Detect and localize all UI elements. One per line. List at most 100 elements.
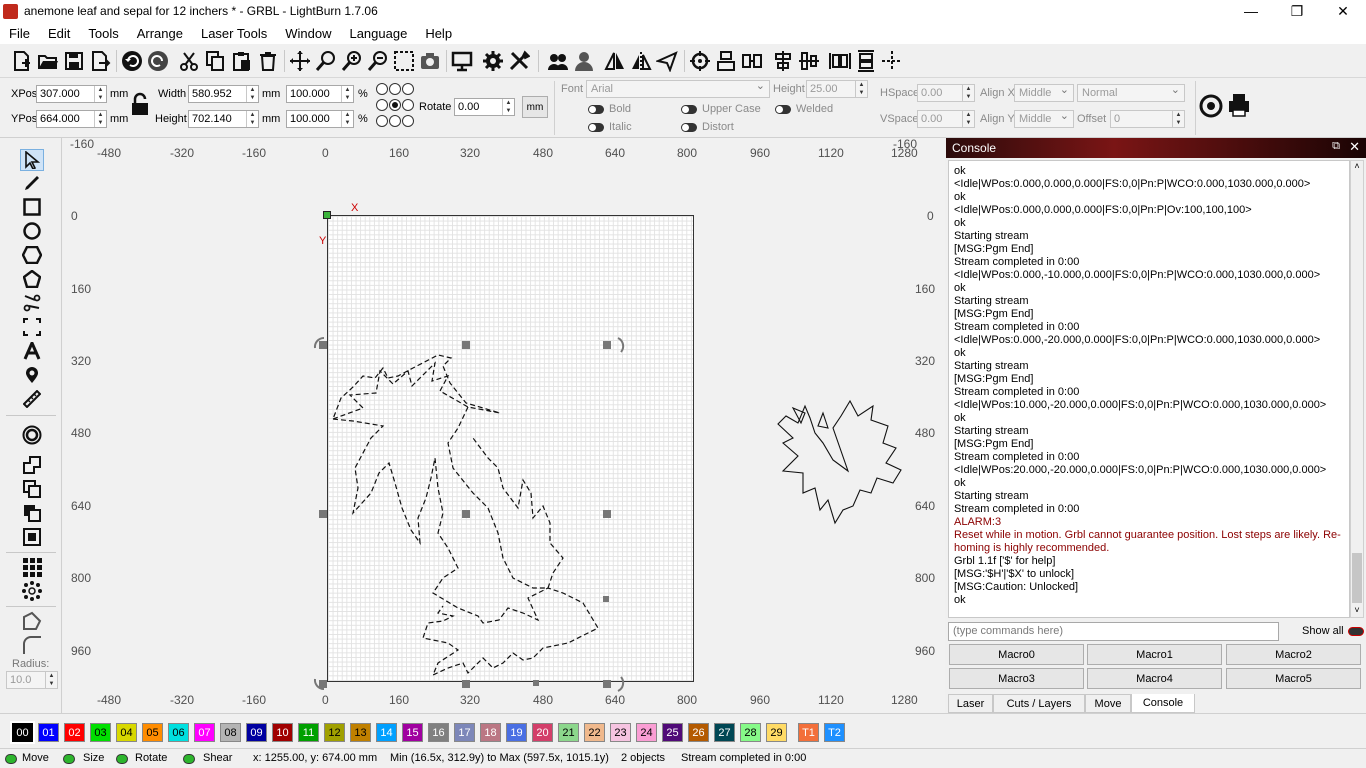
weld-shapes-icon[interactable] — [20, 454, 44, 476]
new-file-icon[interactable] — [9, 49, 33, 73]
font-height-input[interactable]: 25.00 ▲ ▼ — [806, 80, 868, 98]
tab-move[interactable]: Move — [1085, 694, 1131, 713]
draw-pen-icon[interactable] — [20, 172, 44, 194]
text-mode-select[interactable]: Normal — [1077, 83, 1185, 102]
tab-laser[interactable]: Laser — [948, 694, 993, 713]
color-swatch-02[interactable]: 02 — [64, 723, 85, 742]
grid-array-icon[interactable] — [20, 556, 44, 578]
menu-language[interactable]: Language — [340, 26, 416, 41]
italic-toggle[interactable] — [588, 123, 604, 132]
bold-toggle[interactable] — [588, 105, 604, 114]
color-swatch-10[interactable]: 10 — [272, 723, 293, 742]
align-center-horizontal-icon[interactable] — [771, 49, 795, 73]
select-arrow-icon[interactable] — [20, 149, 44, 171]
scale-width-input[interactable]: 100.000 ▲ ▼ — [286, 85, 354, 103]
color-swatch-14[interactable]: 14 — [376, 723, 397, 742]
vspace-input[interactable]: 0.00 ▲ ▼ — [917, 110, 975, 128]
color-swatch-22[interactable]: 22 — [584, 723, 605, 742]
width-input[interactable]: 580.952 ▲ ▼ — [188, 85, 259, 103]
monitor-icon[interactable] — [450, 49, 474, 73]
zoom-frame-icon[interactable] — [314, 49, 338, 73]
color-swatch-12[interactable]: 12 — [324, 723, 345, 742]
size-toggle[interactable] — [63, 754, 75, 764]
rectangle-tool-icon[interactable] — [20, 196, 44, 218]
offset-shapes-icon[interactable] — [20, 424, 44, 446]
ungroup-icon[interactable] — [572, 49, 596, 73]
tab-console[interactable]: Console — [1131, 694, 1195, 713]
color-swatch-00[interactable]: 00 — [10, 721, 35, 744]
units-toggle-button[interactable]: mm — [522, 96, 548, 118]
color-swatch-25[interactable]: 25 — [662, 723, 683, 742]
color-swatch-29[interactable]: 29 — [766, 723, 787, 742]
zoom-out-icon[interactable] — [366, 49, 390, 73]
scale-height-input[interactable]: 100.000 ▲ ▼ — [286, 110, 354, 128]
text-tool-icon[interactable] — [20, 340, 44, 362]
ellipse-tool-icon[interactable] — [20, 220, 44, 242]
flip-horizontal-icon[interactable] — [603, 49, 627, 73]
color-swatch-15[interactable]: 15 — [402, 723, 423, 742]
group-icon[interactable] — [546, 49, 570, 73]
align-x-select[interactable]: Middle — [1014, 83, 1074, 102]
distribute-vertical-icon[interactable] — [854, 49, 878, 73]
location-pin-icon[interactable] — [20, 364, 44, 386]
close-panel-icon[interactable]: ✕ — [1349, 139, 1360, 155]
zoom-in-icon[interactable] — [340, 49, 364, 73]
color-swatch-17[interactable]: 17 — [454, 723, 475, 742]
mirror-icon[interactable] — [629, 49, 653, 73]
crosshair-icon[interactable] — [688, 49, 712, 73]
color-swatch-13[interactable]: 13 — [350, 723, 371, 742]
float-panel-icon[interactable]: ⧉ — [1332, 140, 1340, 153]
macro5-button[interactable]: Macro5 — [1226, 668, 1361, 689]
hspace-input[interactable]: 0.00 ▲ ▼ — [917, 84, 975, 102]
frame-icon[interactable] — [740, 49, 764, 73]
color-swatch-18[interactable]: 18 — [480, 723, 501, 742]
radius-input[interactable]: 10.0 ▲ ▼ — [6, 671, 58, 689]
delete-icon[interactable] — [256, 49, 280, 73]
ypos-input[interactable]: 664.000 ▲ ▼ — [36, 110, 107, 128]
font-select[interactable]: Arial — [586, 79, 770, 98]
show-all-toggle[interactable] — [1348, 627, 1364, 636]
boolean-subtract-icon[interactable] — [20, 502, 44, 524]
export-icon[interactable] — [88, 49, 112, 73]
color-swatch-05[interactable]: 05 — [142, 723, 163, 742]
paste-icon[interactable] — [230, 49, 254, 73]
camera-icon[interactable] — [418, 49, 442, 73]
menu-laser-tools[interactable]: Laser Tools — [192, 26, 276, 41]
color-swatch-03[interactable]: 03 — [90, 723, 111, 742]
position-laser-icon[interactable] — [20, 316, 44, 338]
menu-help[interactable]: Help — [416, 26, 461, 41]
console-scrollbar[interactable]: ˄ ˅ — [1350, 160, 1364, 618]
color-swatch-21[interactable]: 21 — [558, 723, 579, 742]
open-folder-icon[interactable] — [36, 49, 60, 73]
menu-edit[interactable]: Edit — [39, 26, 79, 41]
color-swatch-01[interactable]: 01 — [38, 723, 59, 742]
align-y-select[interactable]: Middle — [1014, 109, 1074, 128]
distort-toggle[interactable] — [681, 123, 697, 132]
send-icon[interactable] — [655, 49, 679, 73]
menu-tools[interactable]: Tools — [79, 26, 127, 41]
maximize-button[interactable]: ❐ — [1274, 0, 1320, 22]
pentagon-tool-icon[interactable] — [20, 268, 44, 290]
boolean-union-icon[interactable] — [20, 478, 44, 500]
user-origin-icon[interactable] — [714, 49, 738, 73]
macro1-button[interactable]: Macro1 — [1087, 644, 1222, 665]
copy-icon[interactable] — [203, 49, 227, 73]
color-swatch-09[interactable]: 09 — [246, 723, 267, 742]
shear-toggle[interactable] — [183, 754, 195, 764]
circular-array-icon[interactable] — [20, 580, 44, 602]
preview-eye-icon[interactable] — [1199, 94, 1225, 121]
macro4-button[interactable]: Macro4 — [1087, 668, 1222, 689]
printer-laser-icon[interactable] — [1226, 92, 1252, 121]
menu-file[interactable]: File — [0, 26, 39, 41]
height-input[interactable]: 702.140 ▲ ▼ — [188, 110, 259, 128]
color-swatch-24[interactable]: 24 — [636, 723, 657, 742]
save-icon[interactable] — [62, 49, 86, 73]
color-swatch-26[interactable]: 26 — [688, 723, 709, 742]
redo-icon[interactable] — [146, 49, 170, 73]
color-swatch-11[interactable]: 11 — [298, 723, 319, 742]
tab-cuts-layers[interactable]: Cuts / Layers — [993, 694, 1085, 713]
undo-icon[interactable] — [120, 49, 144, 73]
offset-input[interactable]: 0 ▲ ▼ — [1110, 110, 1185, 128]
color-swatch-t2[interactable]: T2 — [824, 723, 845, 742]
menu-window[interactable]: Window — [276, 26, 340, 41]
